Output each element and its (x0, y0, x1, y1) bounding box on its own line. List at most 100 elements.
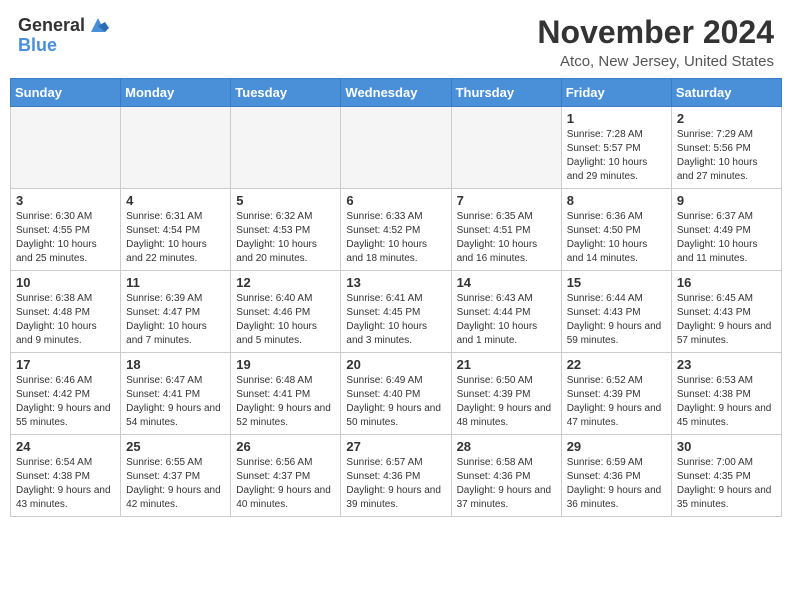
day-info: Sunrise: 6:36 AM Sunset: 4:50 PM Dayligh… (567, 210, 666, 266)
calendar-cell: 2Sunrise: 7:29 AM Sunset: 5:56 PM Daylig… (671, 107, 781, 189)
day-number: 6 (346, 193, 445, 208)
calendar-cell: 17 Sunrise: 6:46 AM Sunset: 4:42 PM Dayli… (11, 353, 121, 435)
day-info: Sunrise: 6:39 AM Sunset: 4:47 PM Dayligh… (126, 292, 225, 348)
calendar-cell: 5 Sunrise: 6:32 AM Sunset: 4:53 PM Daylig… (231, 189, 341, 271)
calendar-cell: 6 Sunrise: 6:33 AM Sunset: 4:52 PM Daylig… (341, 189, 451, 271)
calendar-cell: 26 Sunrise: 6:56 AM Sunset: 4:37 PM Dayli… (231, 435, 341, 517)
day-number: 9 (677, 193, 776, 208)
day-number: 7 (457, 193, 556, 208)
calendar-cell: 18Sunrise: 6:47 AM Sunset: 4:41 PM Dayli… (121, 353, 231, 435)
title-block: November 2024 Atco, New Jersey, United S… (537, 14, 774, 70)
calendar-header-row: SundayMondayTuesdayWednesdayThursdayFrid… (11, 79, 782, 107)
calendar-cell: 28Sunrise: 6:58 AM Sunset: 4:36 PM Dayli… (451, 435, 561, 517)
day-number: 25 (126, 439, 225, 454)
logo-general: General (18, 16, 85, 34)
location-title: Atco, New Jersey, United States (537, 53, 774, 70)
calendar-cell: 20 Sunrise: 6:49 AM Sunset: 4:40 PM Dayli… (341, 353, 451, 435)
day-number: 27 (346, 439, 445, 454)
day-info: Sunrise: 6:45 AM Sunset: 4:43 PM Dayligh… (677, 292, 776, 348)
calendar-cell: 4 Sunrise: 6:31 AM Sunset: 4:54 PM Daylig… (121, 189, 231, 271)
day-number: 1 (567, 111, 666, 126)
calendar-header-monday: Monday (121, 79, 231, 107)
calendar-cell: 21 Sunrise: 6:50 AM Sunset: 4:39 PM Dayli… (451, 353, 561, 435)
day-number: 19 (236, 357, 335, 372)
day-info: Sunrise: 6:46 AM Sunset: 4:42 PM Dayligh… (16, 374, 115, 430)
day-number: 21 (457, 357, 556, 372)
calendar-week-row: 3 Sunrise: 6:30 AM Sunset: 4:55 PM Daylig… (11, 189, 782, 271)
day-info: Sunrise: 6:54 AM Sunset: 4:38 PM Dayligh… (16, 456, 115, 512)
calendar-cell: 29Sunrise: 6:59 AM Sunset: 4:36 PM Dayli… (561, 435, 671, 517)
calendar-cell: 1 Sunrise: 7:28 AM Sunset: 5:57 PM Daylig… (561, 107, 671, 189)
day-info: Sunrise: 6:44 AM Sunset: 4:43 PM Dayligh… (567, 292, 666, 348)
day-info: Sunrise: 6:31 AM Sunset: 4:54 PM Dayligh… (126, 210, 225, 266)
day-info: Sunrise: 6:53 AM Sunset: 4:38 PM Dayligh… (677, 374, 776, 430)
calendar-header-friday: Friday (561, 79, 671, 107)
calendar-cell: 7Sunrise: 6:35 AM Sunset: 4:51 PM Daylig… (451, 189, 561, 271)
month-title: November 2024 (537, 14, 774, 51)
day-number: 20 (346, 357, 445, 372)
day-info: Sunrise: 6:58 AM Sunset: 4:36 PM Dayligh… (457, 456, 556, 512)
calendar-cell: 11 Sunrise: 6:39 AM Sunset: 4:47 PM Dayli… (121, 271, 231, 353)
day-info: Sunrise: 6:32 AM Sunset: 4:53 PM Dayligh… (236, 210, 335, 266)
calendar-header-tuesday: Tuesday (231, 79, 341, 107)
day-number: 12 (236, 275, 335, 290)
calendar-cell (341, 107, 451, 189)
calendar-week-row: 17 Sunrise: 6:46 AM Sunset: 4:42 PM Dayli… (11, 353, 782, 435)
calendar-header-wednesday: Wednesday (341, 79, 451, 107)
day-info: Sunrise: 6:48 AM Sunset: 4:41 PM Dayligh… (236, 374, 335, 430)
day-number: 26 (236, 439, 335, 454)
day-number: 17 (16, 357, 115, 372)
calendar-cell: 14 Sunrise: 6:43 AM Sunset: 4:44 PM Dayli… (451, 271, 561, 353)
calendar-cell: 9 Sunrise: 6:37 AM Sunset: 4:49 PM Daylig… (671, 189, 781, 271)
calendar-cell (121, 107, 231, 189)
day-info: Sunrise: 6:38 AM Sunset: 4:48 PM Dayligh… (16, 292, 115, 348)
day-info: Sunrise: 6:43 AM Sunset: 4:44 PM Dayligh… (457, 292, 556, 348)
day-info: Sunrise: 6:37 AM Sunset: 4:49 PM Dayligh… (677, 210, 776, 266)
day-number: 29 (567, 439, 666, 454)
day-info: Sunrise: 6:47 AM Sunset: 4:41 PM Dayligh… (126, 374, 225, 430)
calendar-cell: 3 Sunrise: 6:30 AM Sunset: 4:55 PM Daylig… (11, 189, 121, 271)
day-number: 13 (346, 275, 445, 290)
day-info: Sunrise: 6:49 AM Sunset: 4:40 PM Dayligh… (346, 374, 445, 430)
calendar-cell: 10 Sunrise: 6:38 AM Sunset: 4:48 PM Dayli… (11, 271, 121, 353)
day-info: Sunrise: 6:57 AM Sunset: 4:36 PM Dayligh… (346, 456, 445, 512)
day-number: 10 (16, 275, 115, 290)
calendar-cell: 13Sunrise: 6:41 AM Sunset: 4:45 PM Dayli… (341, 271, 451, 353)
calendar-cell: 22 Sunrise: 6:52 AM Sunset: 4:39 PM Dayli… (561, 353, 671, 435)
calendar-cell: 16 Sunrise: 6:45 AM Sunset: 4:43 PM Dayli… (671, 271, 781, 353)
day-info: Sunrise: 6:30 AM Sunset: 4:55 PM Dayligh… (16, 210, 115, 266)
calendar-cell: 12 Sunrise: 6:40 AM Sunset: 4:46 PM Dayli… (231, 271, 341, 353)
calendar-cell: 8 Sunrise: 6:36 AM Sunset: 4:50 PM Daylig… (561, 189, 671, 271)
day-number: 14 (457, 275, 556, 290)
calendar-header-saturday: Saturday (671, 79, 781, 107)
day-number: 4 (126, 193, 225, 208)
day-number: 3 (16, 193, 115, 208)
day-info: Sunrise: 6:33 AM Sunset: 4:52 PM Dayligh… (346, 210, 445, 266)
day-number: 8 (567, 193, 666, 208)
day-info: Sunrise: 6:52 AM Sunset: 4:39 PM Dayligh… (567, 374, 666, 430)
logo-icon (87, 14, 109, 36)
day-number: 5 (236, 193, 335, 208)
day-number: 15 (567, 275, 666, 290)
calendar-cell (451, 107, 561, 189)
day-number: 23 (677, 357, 776, 372)
day-info: Sunrise: 6:40 AM Sunset: 4:46 PM Dayligh… (236, 292, 335, 348)
day-info: Sunrise: 7:00 AM Sunset: 4:35 PM Dayligh… (677, 456, 776, 512)
calendar-cell: 30Sunrise: 7:00 AM Sunset: 4:35 PM Dayli… (671, 435, 781, 517)
calendar-header-sunday: Sunday (11, 79, 121, 107)
calendar-week-row: 1 Sunrise: 7:28 AM Sunset: 5:57 PM Daylig… (11, 107, 782, 189)
day-info: Sunrise: 7:28 AM Sunset: 5:57 PM Dayligh… (567, 128, 666, 184)
logo-blue: Blue (18, 35, 57, 55)
day-info: Sunrise: 6:56 AM Sunset: 4:37 PM Dayligh… (236, 456, 335, 512)
calendar-cell: 23 Sunrise: 6:53 AM Sunset: 4:38 PM Dayli… (671, 353, 781, 435)
day-number: 16 (677, 275, 776, 290)
calendar-cell: 25Sunrise: 6:55 AM Sunset: 4:37 PM Dayli… (121, 435, 231, 517)
calendar-cell: 24Sunrise: 6:54 AM Sunset: 4:38 PM Dayli… (11, 435, 121, 517)
day-number: 11 (126, 275, 225, 290)
day-info: Sunrise: 6:50 AM Sunset: 4:39 PM Dayligh… (457, 374, 556, 430)
calendar-week-row: 10 Sunrise: 6:38 AM Sunset: 4:48 PM Dayli… (11, 271, 782, 353)
calendar-cell: 15 Sunrise: 6:44 AM Sunset: 4:43 PM Dayli… (561, 271, 671, 353)
day-number: 22 (567, 357, 666, 372)
calendar-cell: 27 Sunrise: 6:57 AM Sunset: 4:36 PM Dayli… (341, 435, 451, 517)
calendar-header-thursday: Thursday (451, 79, 561, 107)
